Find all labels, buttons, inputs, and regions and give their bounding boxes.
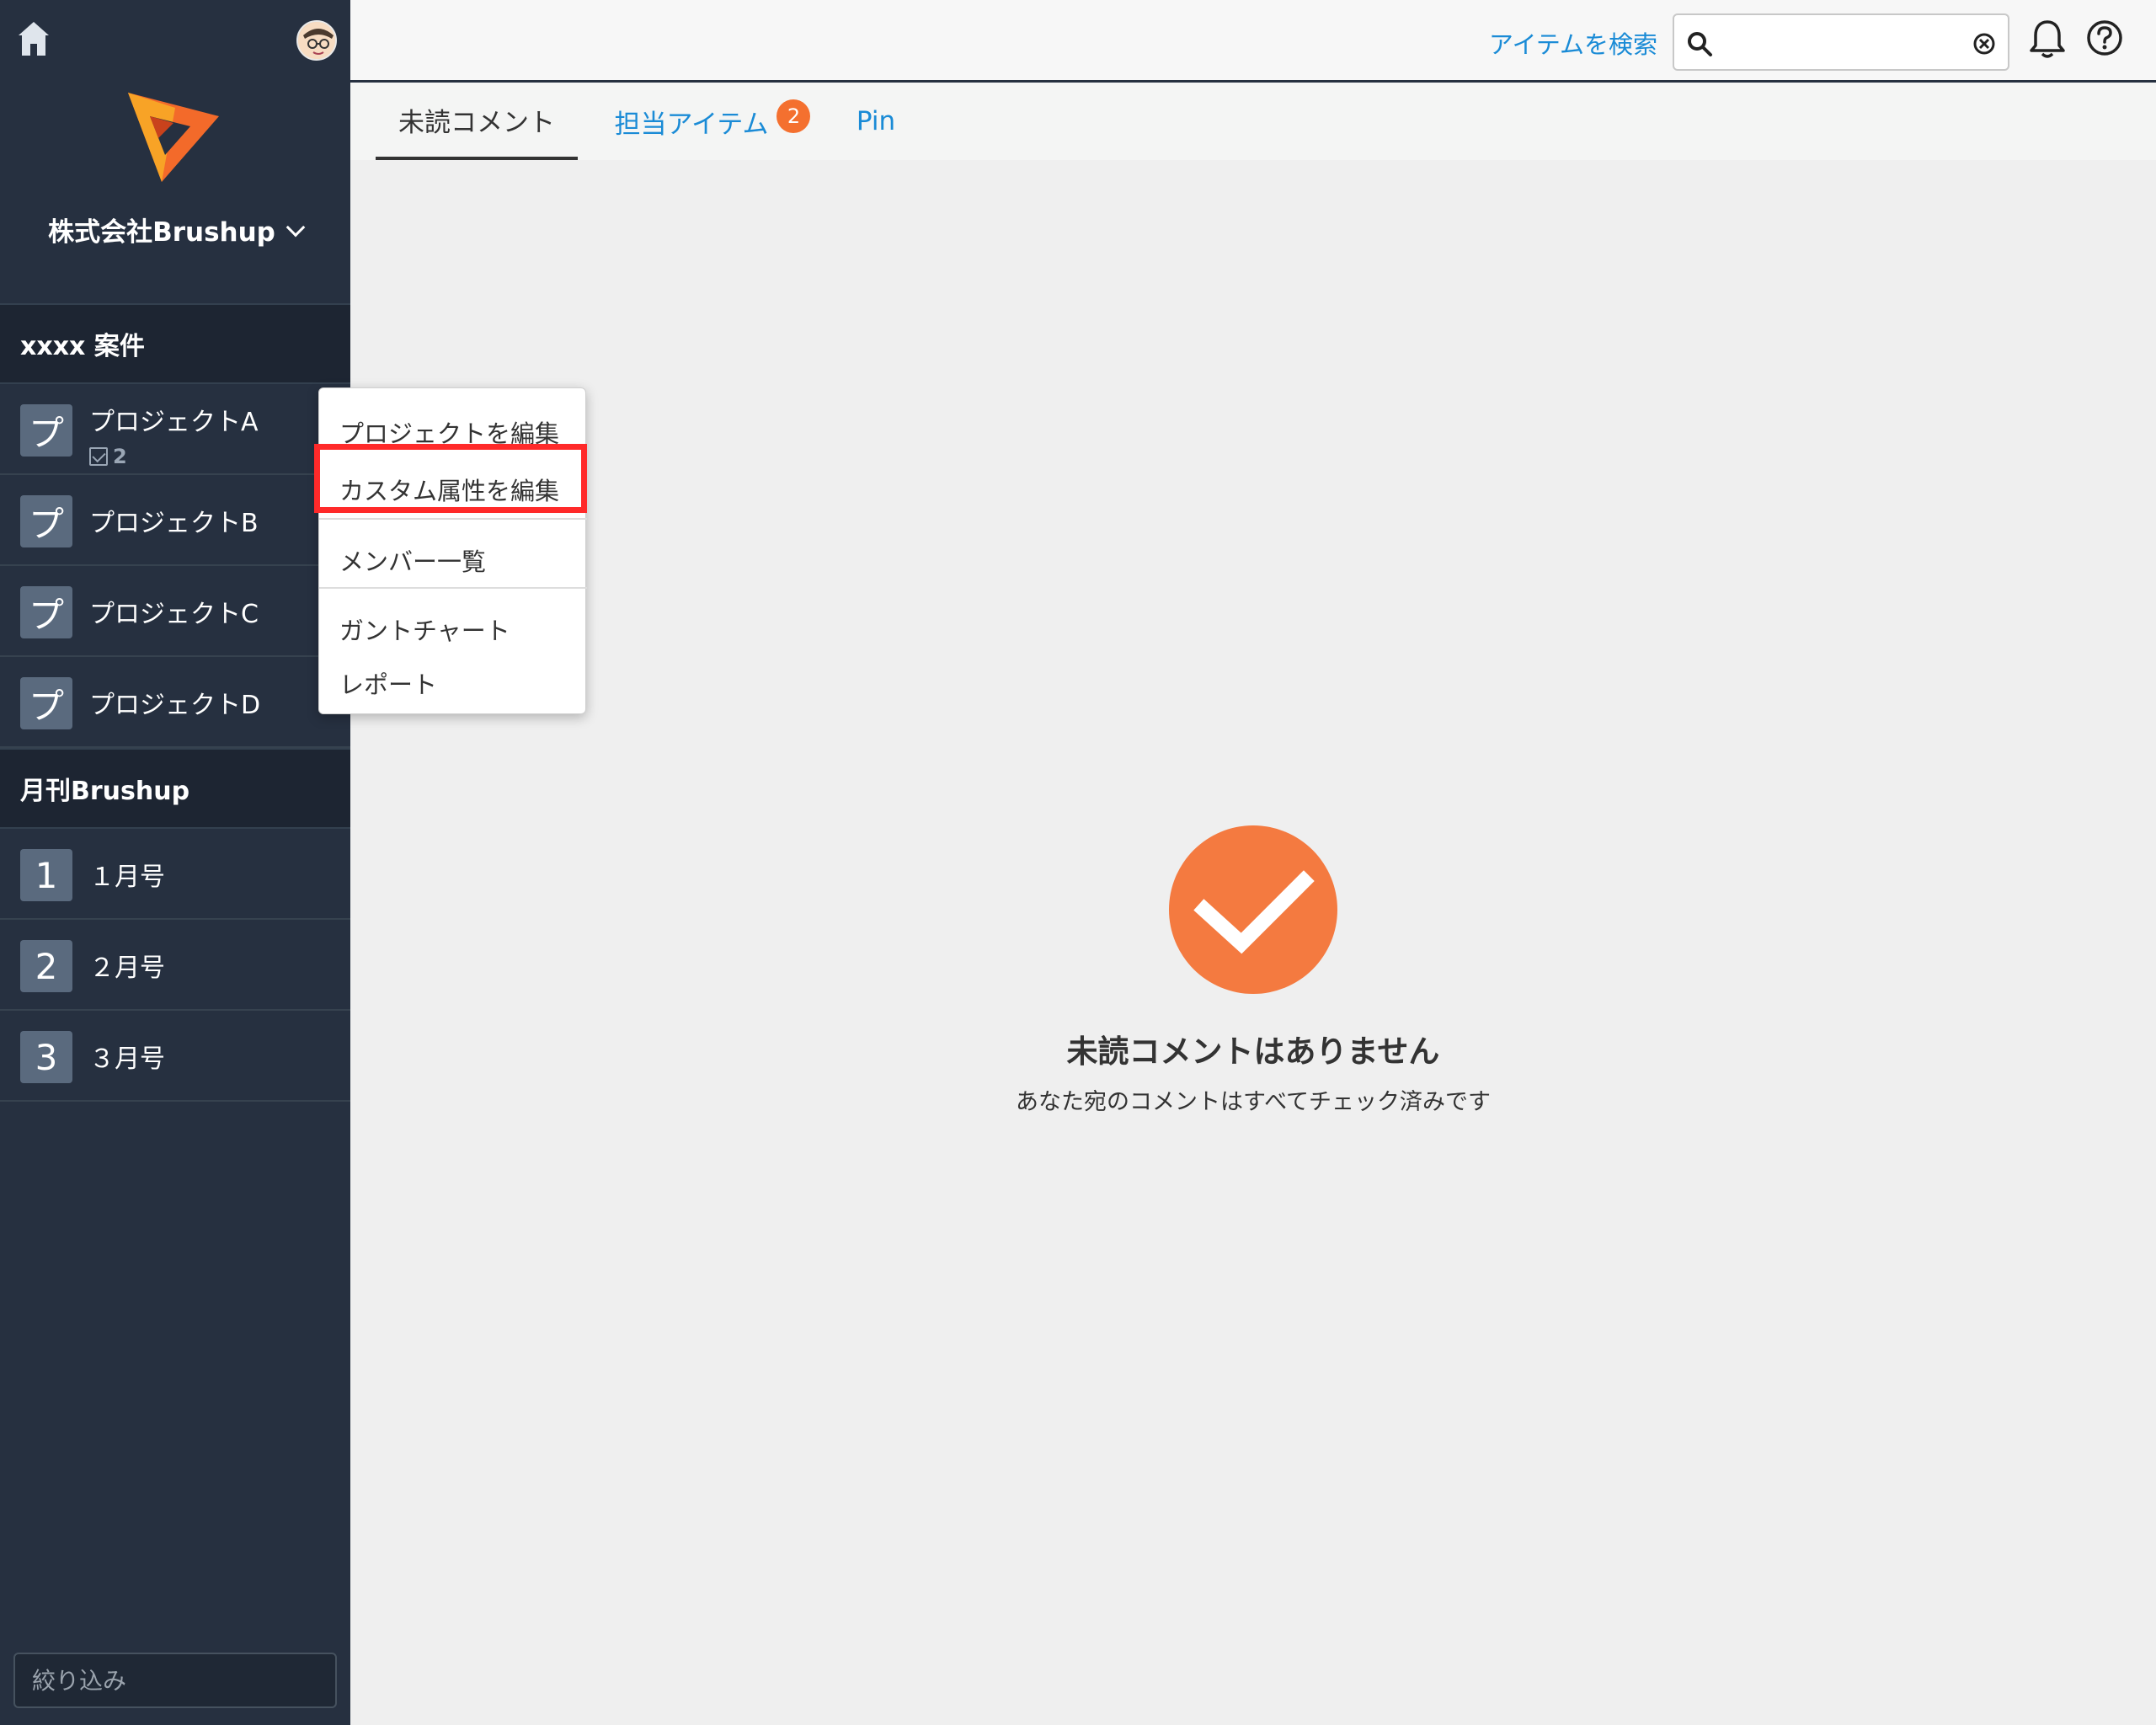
project-tile: プ — [20, 495, 72, 547]
sidebar-item-label: プロジェクトC — [89, 600, 259, 629]
count-badge: 2 — [776, 99, 811, 133]
clear-icon[interactable] — [1972, 32, 1996, 56]
menu-item-gantt-chart[interactable]: ガントチャート — [319, 601, 587, 658]
search-input[interactable] — [1721, 22, 1966, 62]
sidebar-item-issue-3[interactable]: 3 ３月号 — [0, 1011, 350, 1102]
topbar: アイテムを検索 — [350, 0, 2156, 83]
sidebar-item-label: １月号 — [89, 862, 165, 892]
filter-input[interactable] — [13, 1653, 337, 1708]
section-header: 月刊Brushup — [0, 748, 350, 829]
brand-logo — [128, 93, 219, 182]
avatar[interactable] — [296, 20, 337, 61]
menu-item-edit-custom-attributes[interactable]: カスタム属性を編集 — [319, 461, 587, 518]
menu-divider — [319, 518, 587, 520]
sidebar-item-label: プロジェクトA — [89, 408, 259, 437]
empty-state-subtitle: あなた宛のコメントはすべてチェック済みです — [1015, 1089, 1492, 1115]
task-count: 2 — [89, 445, 127, 468]
issue-tile: 2 — [20, 940, 72, 992]
menu-item-member-list[interactable]: メンバー一覧 — [319, 531, 587, 589]
menu-item-report[interactable]: レポート — [319, 654, 587, 712]
issue-tile: 1 — [20, 849, 72, 901]
tab-unread-comments[interactable]: 未読コメント — [376, 83, 578, 160]
task-count-value: 2 — [113, 445, 127, 468]
tab-label: Pin — [856, 106, 896, 136]
project-tile: プ — [20, 586, 72, 638]
sidebar-item-issue-2[interactable]: 2 ２月号 — [0, 920, 350, 1011]
checkbox-icon — [89, 447, 108, 466]
menu-divider — [319, 587, 587, 589]
sidebar-item-project-a[interactable]: プ プロジェクトA 2 — [0, 384, 350, 475]
bell-icon[interactable] — [2028, 19, 2067, 61]
menu-item-edit-project[interactable]: プロジェクトを編集 — [319, 403, 587, 461]
home-icon[interactable] — [17, 20, 51, 57]
sidebar-item-label: ２月号 — [89, 953, 165, 983]
tab-label: 担当アイテム — [614, 109, 769, 140]
search-icon — [1688, 32, 1712, 56]
help-icon[interactable] — [2085, 19, 2124, 57]
sidebar-item-project-d[interactable]: プ プロジェクトD — [0, 657, 350, 748]
sidebar-item-issue-1[interactable]: 1 １月号 — [0, 829, 350, 920]
sidebar: 株式会社Brushup xxxx 案件 プ プロジェクトA 2 プ プロジェクト… — [0, 0, 350, 1725]
search-items-link[interactable]: アイテムを検索 — [1489, 25, 1657, 61]
tab-assigned-items[interactable]: 担当アイテム 2 — [603, 83, 822, 160]
tab-label: 未読コメント — [398, 107, 555, 138]
project-tile: プ — [20, 677, 72, 729]
org-name: 株式会社Brushup — [48, 217, 275, 248]
project-tile: プ — [20, 404, 72, 457]
chevron-down-icon — [286, 217, 306, 238]
issue-tile: 3 — [20, 1031, 72, 1083]
sidebar-item-project-b[interactable]: プ プロジェクトB — [0, 475, 350, 566]
org-switcher[interactable]: 株式会社Brushup — [0, 211, 350, 248]
sidebar-item-label: ３月号 — [89, 1044, 165, 1074]
search-box[interactable] — [1673, 13, 2009, 71]
tab-pin[interactable]: Pin — [834, 83, 918, 160]
sidebar-item-label: プロジェクトB — [89, 509, 259, 538]
checkmark-icon — [1169, 825, 1337, 994]
tab-bar: 未読コメント 担当アイテム 2 Pin — [350, 83, 2156, 160]
sidebar-item-project-c[interactable]: プ プロジェクトC — [0, 566, 350, 657]
project-context-menu: プロジェクトを編集 カスタム属性を編集 メンバー一覧 ガントチャート レポート — [318, 387, 587, 714]
sidebar-item-label: プロジェクトD — [89, 691, 261, 720]
section-header: xxxx 案件 — [0, 303, 350, 384]
empty-state-title: 未読コメントはありません — [1066, 1033, 1440, 1070]
